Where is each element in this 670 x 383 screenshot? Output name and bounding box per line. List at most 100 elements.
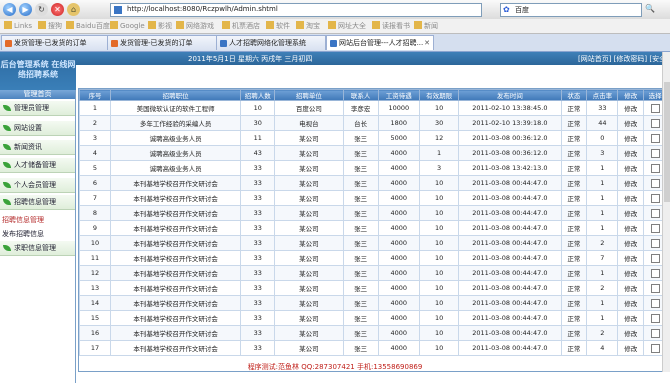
bookmark[interactable]: Google xyxy=(110,21,145,30)
bookmark[interactable]: 网址大全 xyxy=(328,21,366,31)
select-checkbox[interactable] xyxy=(650,148,660,158)
edit-link[interactable]: 修改 xyxy=(617,205,645,221)
stop-icon[interactable]: ✕ xyxy=(51,3,64,16)
back-icon[interactable]: ◀ xyxy=(3,3,16,16)
select-checkbox[interactable] xyxy=(650,283,660,293)
table-cell: 33 xyxy=(240,280,276,296)
sidebar-item-members[interactable]: 个人会员管理 xyxy=(0,178,75,193)
sidebar-item-job-seekers[interactable]: 求职信息管理 xyxy=(0,241,75,256)
table-cell: 某公司 xyxy=(274,280,344,296)
table-cell: 12 xyxy=(418,130,460,146)
edit-link[interactable]: 修改 xyxy=(617,175,645,191)
table-cell: 2011-03-08 00:44:47.0 xyxy=(458,340,562,356)
search-go-icon[interactable]: 🔍 xyxy=(645,4,655,13)
edit-link[interactable]: 修改 xyxy=(617,250,645,266)
table-cell: 2011-03-08 00:44:47.0 xyxy=(458,220,562,236)
sidebar-item-talent-reserve[interactable]: 人才储备管理 xyxy=(0,158,75,173)
select-checkbox[interactable] xyxy=(650,223,660,233)
edit-link[interactable]: 修改 xyxy=(617,235,645,251)
table-cell: 张三 xyxy=(342,145,379,161)
bookmark[interactable]: 搜狗 xyxy=(38,21,62,31)
table-cell: 李彦宏 xyxy=(342,100,379,116)
select-checkbox[interactable] xyxy=(650,268,660,278)
edit-link[interactable]: 修改 xyxy=(617,130,645,146)
edit-link[interactable]: 修改 xyxy=(617,100,645,116)
scrollbar[interactable] xyxy=(662,52,670,372)
edit-link[interactable]: 修改 xyxy=(617,280,645,296)
scrollbar-thumb[interactable] xyxy=(664,82,670,202)
edit-link[interactable]: 修改 xyxy=(617,265,645,281)
header-links[interactable]: [网站首页] [修改密码] [安全退出] xyxy=(578,54,670,64)
table-cell: 10 xyxy=(418,265,460,281)
edit-link[interactable]: 修改 xyxy=(617,340,645,356)
table-cell: 2011-03-08 00:44:47.0 xyxy=(458,265,562,281)
search-box[interactable]: ✿ 百度 xyxy=(500,3,642,17)
bookmark[interactable]: 软件 xyxy=(266,21,290,31)
edit-link[interactable]: 修改 xyxy=(617,115,645,131)
edit-link[interactable]: 修改 xyxy=(617,220,645,236)
select-checkbox[interactable] xyxy=(650,238,660,248)
sidebar-item-admins[interactable]: 管理员管理 xyxy=(0,101,75,116)
bookmark[interactable]: Baidu百度 xyxy=(66,21,110,31)
bookmark[interactable]: 网络游戏 xyxy=(176,21,214,31)
table-cell: 33 xyxy=(240,265,276,281)
home-icon[interactable]: ⌂ xyxy=(67,3,80,16)
column-header: 点击率 xyxy=(586,89,619,101)
edit-link[interactable]: 修改 xyxy=(617,325,645,341)
table-cell: 3 xyxy=(586,145,619,161)
select-checkbox[interactable] xyxy=(650,298,660,308)
bookmark[interactable]: Links xyxy=(4,21,32,30)
table-header-row: 序号 招聘职位 招聘人数 招聘单位 联系人 工资待遇 有效期限 发布时间 状态 点击率 修改 选择 xyxy=(79,89,667,101)
bookmark[interactable]: 影视 xyxy=(148,21,172,31)
bookmark[interactable]: 读报看书 xyxy=(372,21,410,31)
select-checkbox[interactable] xyxy=(650,178,660,188)
select-checkbox[interactable] xyxy=(650,343,660,353)
sidebar-item-news[interactable]: 新闻资讯 xyxy=(0,140,75,155)
browser-tab-active[interactable]: 网站后台管理---人才招聘... ✕ xyxy=(326,35,434,50)
table-cell: 某公司 xyxy=(274,175,344,191)
select-checkbox[interactable] xyxy=(650,328,660,338)
select-checkbox[interactable] xyxy=(650,133,660,143)
edit-link[interactable]: 修改 xyxy=(617,160,645,176)
edit-link[interactable]: 修改 xyxy=(617,295,645,311)
select-checkbox[interactable] xyxy=(650,193,660,203)
bookmark[interactable]: 淘宝 xyxy=(296,21,320,31)
select-checkbox[interactable] xyxy=(650,163,660,173)
browser-tab[interactable]: 发货管理-已发货的订单 xyxy=(1,35,111,50)
table-cell: 2 xyxy=(586,325,619,341)
table-cell: 台长 xyxy=(342,115,379,131)
table-cell: 10 xyxy=(418,205,460,221)
select-checkbox[interactable] xyxy=(650,208,660,218)
select-checkbox[interactable] xyxy=(650,253,660,263)
edit-link[interactable]: 修改 xyxy=(617,190,645,206)
select-checkbox[interactable] xyxy=(650,118,660,128)
sidebar-link-post-recruit[interactable]: 发布招聘信息 xyxy=(2,229,44,239)
page-icon xyxy=(5,40,12,47)
sidebar-link-recruit-manage[interactable]: 招聘信息管理 xyxy=(2,215,44,225)
browser-tab[interactable]: 人才招聘网络化管理系统 xyxy=(216,35,326,50)
edit-link[interactable]: 修改 xyxy=(617,145,645,161)
table-cell: 2011-03-08 00:44:47.0 xyxy=(458,190,562,206)
sidebar-item-recruit[interactable]: 招聘信息管理 xyxy=(0,195,75,210)
table-cell: 43 xyxy=(240,145,276,161)
table-cell: 正常 xyxy=(560,130,588,146)
sidebar-item-site-settings[interactable]: 网站设置 xyxy=(0,121,75,136)
table-cell: 14 xyxy=(79,295,111,311)
browser-tab[interactable]: 发货管理-已发货的订单 xyxy=(107,35,217,50)
select-checkbox[interactable] xyxy=(650,103,660,113)
baidu-icon: ✿ xyxy=(503,5,510,14)
sidebar-title[interactable]: 管理首页 xyxy=(0,90,75,99)
address-bar[interactable]: http://localhost:8080/Rczpwlh/Admin.shtm… xyxy=(110,3,482,17)
edit-link[interactable]: 修改 xyxy=(617,310,645,326)
bookmarks-bar: Links 搜狗 Baidu百度 Google 影视 网络游戏 机票酒店 软件 … xyxy=(0,19,670,34)
refresh-icon[interactable]: ↻ xyxy=(35,3,48,16)
table-cell: 本刊基地学校召开作文研讨会 xyxy=(109,265,242,281)
select-checkbox[interactable] xyxy=(650,313,660,323)
forward-icon[interactable]: ▶ xyxy=(19,3,32,16)
table-cell: 张三 xyxy=(342,265,379,281)
bookmark[interactable]: 新闻 xyxy=(414,21,438,31)
bookmark[interactable]: 机票酒店 xyxy=(222,21,260,31)
table-cell: 2011-03-08 00:44:47.0 xyxy=(458,175,562,191)
footer-contact: 程序测试:范鱼林 QQ:287307421 手机:13558690869 xyxy=(247,363,423,371)
close-icon[interactable]: ✕ xyxy=(424,36,430,50)
